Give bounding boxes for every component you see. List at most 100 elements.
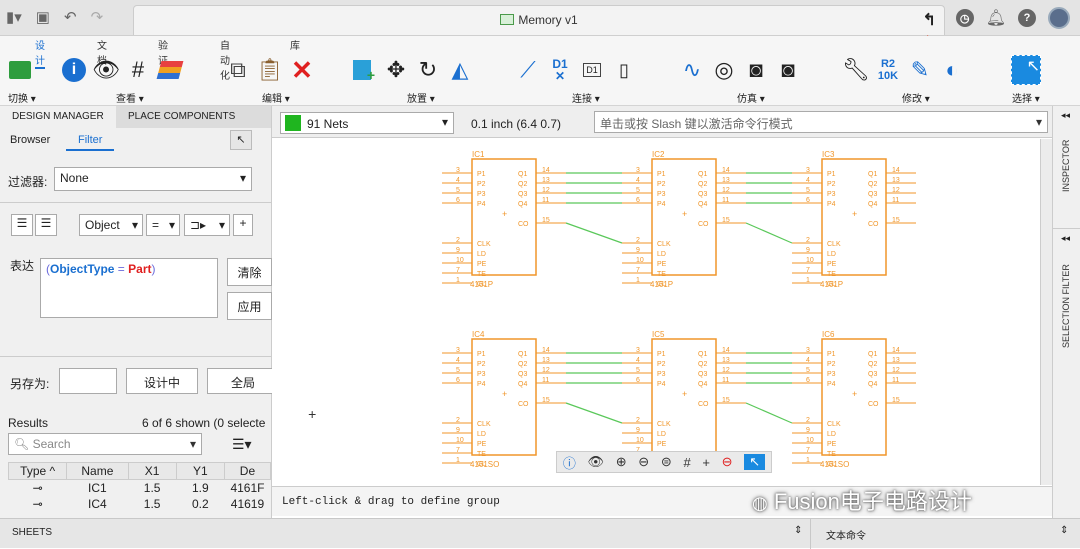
save-in-design-button[interactable]: 设计中: [126, 368, 198, 394]
save-as-input[interactable]: [59, 368, 117, 394]
grid-icon[interactable]: #: [683, 455, 690, 470]
save-icon[interactable]: ▣: [36, 8, 50, 26]
label-icon[interactable]: D1: [576, 55, 608, 85]
subtab-browser[interactable]: Browser: [10, 134, 50, 146]
operator-select[interactable]: = ▾: [146, 214, 180, 236]
apply-button[interactable]: 应用: [227, 292, 272, 320]
undo-icon[interactable]: ↶: [64, 8, 77, 26]
info-icon[interactable]: i: [58, 55, 90, 85]
tab-design[interactable]: 设计: [35, 37, 45, 69]
select-icon[interactable]: ↖: [744, 454, 766, 470]
paste-icon[interactable]: 📋︎: [254, 55, 286, 85]
layers-icon[interactable]: [154, 55, 186, 85]
col-de[interactable]: De: [223, 462, 272, 480]
redo-icon[interactable]: ↷: [91, 8, 104, 26]
group-edit[interactable]: 编辑 ▾: [262, 90, 290, 105]
bus-icon[interactable]: ▯: [608, 55, 640, 85]
chip-ic2[interactable]: IC24161P3P14P25P36P42CLK9LD10PE7TE1CL14Q…: [622, 150, 746, 289]
group-connect[interactable]: 连接 ▾: [572, 90, 600, 105]
text-command-label[interactable]: 文本命令: [826, 527, 866, 542]
pin-swap-icon[interactable]: ✎: [904, 55, 936, 85]
net-label-icon[interactable]: D1 ✕: [544, 55, 576, 85]
select-icon[interactable]: ↖: [1010, 55, 1042, 85]
move-icon[interactable]: ✥: [380, 55, 412, 85]
rotate-icon[interactable]: ↻: [412, 55, 444, 85]
global-button[interactable]: 全局: [207, 368, 279, 394]
probe-settings-icon[interactable]: ◙: [772, 55, 804, 85]
search-input[interactable]: 🔍︎ Search ▾: [8, 433, 202, 455]
col-name[interactable]: Name: [66, 462, 129, 480]
tab-library[interactable]: 库: [290, 37, 300, 52]
chip-ic1[interactable]: IC14161P3P14P25P36P42CLK9LD10PE7TE1CL14Q…: [442, 150, 566, 289]
col-type[interactable]: Type ^: [7, 462, 68, 480]
clear-button[interactable]: 清除: [227, 258, 272, 286]
document-tab[interactable]: Memory v1 ↰: [133, 5, 945, 35]
tab-place-components[interactable]: PLACE COMPONENTS: [128, 111, 235, 122]
table-row[interactable]: ⊸ IC4 1.5 0.2 41619: [9, 496, 271, 512]
indent-left-icon[interactable]: ☰: [11, 214, 33, 236]
table-row[interactable]: ⊸ IC1 1.5 1.9 4161F: [9, 480, 271, 497]
selection-filter-tab[interactable]: SELECTION FILTER: [1061, 264, 1071, 348]
copy-icon[interactable]: ⧉: [222, 55, 254, 85]
chip-ic5[interactable]: IC54161SO3P14P25P36P42CLK9LD10PE7TE1CL14…: [622, 330, 746, 469]
back-arrow-icon[interactable]: ↰: [923, 10, 936, 30]
list-options-icon[interactable]: ☰▾: [232, 436, 252, 453]
net-icon[interactable]: ⟋: [512, 55, 544, 85]
avatar[interactable]: [1048, 7, 1070, 29]
probe-icon[interactable]: ◎: [708, 55, 740, 85]
net-wire[interactable]: [745, 402, 793, 424]
file-menu-icon[interactable]: ▮▾: [6, 8, 22, 26]
grid-icon[interactable]: #: [122, 55, 154, 85]
value-icon[interactable]: R2 10K: [872, 55, 904, 85]
waveform-icon[interactable]: ∿: [676, 55, 708, 85]
eye-icon[interactable]: 👁︎: [588, 454, 605, 470]
crosshair-icon[interactable]: +: [702, 455, 710, 470]
group-select[interactable]: 选择 ▾: [1012, 90, 1040, 105]
sheets-label[interactable]: SHEETS: [12, 527, 52, 538]
expression-field[interactable]: (ObjectType = Part): [40, 258, 218, 318]
tab-design-manager[interactable]: DESIGN MANAGER: [0, 106, 116, 128]
group-place[interactable]: 放置 ▾: [407, 90, 435, 105]
info-icon[interactable]: ⓘ: [563, 453, 576, 472]
group-modify[interactable]: 修改 ▾: [902, 90, 930, 105]
add-part-icon[interactable]: +: [348, 55, 380, 85]
zoom-out-icon[interactable]: ⊖: [638, 454, 649, 470]
group-simulate[interactable]: 仿真 ▾: [737, 90, 765, 105]
schematic-drawing[interactable]: IC14161P3P14P25P36P42CLK9LD10PE7TE1CL14Q…: [272, 139, 1052, 485]
net-wire[interactable]: [565, 402, 623, 424]
add-condition-button[interactable]: +: [233, 214, 253, 236]
nets-select[interactable]: 91 Nets ▾: [280, 112, 454, 134]
col-y1[interactable]: Y1: [175, 462, 225, 480]
object-select[interactable]: Object ▾: [79, 214, 143, 236]
col-x1[interactable]: X1: [127, 462, 177, 480]
meter-icon[interactable]: ◙: [740, 55, 772, 85]
chip-ic4[interactable]: IC44161SO3P14P25P36P42CLK9LD10PE7TE1CL14…: [442, 330, 566, 469]
stop-icon[interactable]: ⊖: [722, 454, 733, 470]
delete-icon[interactable]: ✕: [286, 55, 318, 85]
pick-cursor-icon[interactable]: ↖: [230, 130, 252, 150]
command-line-input[interactable]: 单击或按 Slash 键以激活命令行模式 ▾: [594, 111, 1048, 133]
gate-swap-icon[interactable]: ◐: [936, 55, 968, 85]
zoom-in-icon[interactable]: ⊕: [616, 454, 627, 470]
notification-bell-icon[interactable]: 🔔︎: [986, 8, 1006, 28]
group-switch[interactable]: 切换 ▾: [8, 90, 36, 105]
text-command-toggle-icon[interactable]: ⇕: [1060, 525, 1068, 536]
net-wire[interactable]: [745, 222, 793, 244]
help-icon[interactable]: ?: [1018, 9, 1036, 27]
chip-ic6[interactable]: IC64161SO3P14P25P36P42CLK9LD10PE7TE1CL14…: [792, 330, 916, 469]
clock-icon[interactable]: ◷: [955, 9, 974, 27]
net-wire[interactable]: [565, 222, 623, 244]
sheets-toggle-icon[interactable]: ⇕: [794, 525, 802, 536]
schematic-canvas[interactable]: 91 Nets ▾ 0.1 inch (6.4 0.7) 单击或按 Slash 键…: [272, 106, 1052, 518]
switch-board-icon[interactable]: [4, 55, 36, 85]
mirror-icon[interactable]: ◭: [444, 55, 476, 85]
group-view[interactable]: 查看 ▾: [116, 90, 144, 105]
inspector-tab[interactable]: INSPECTOR: [1061, 140, 1071, 192]
chip-ic3[interactable]: IC34161P3P14P25P36P42CLK9LD10PE7TE1CL14Q…: [792, 150, 916, 289]
indent-right-icon[interactable]: ☰: [35, 214, 57, 236]
subtab-filter[interactable]: Filter: [66, 134, 115, 151]
zoom-fit-icon[interactable]: ⊜: [661, 454, 672, 470]
filter-select[interactable]: None ▾: [54, 167, 252, 191]
vertical-scrollbar[interactable]: [1040, 139, 1052, 485]
eye-icon[interactable]: 👁︎: [90, 55, 122, 85]
